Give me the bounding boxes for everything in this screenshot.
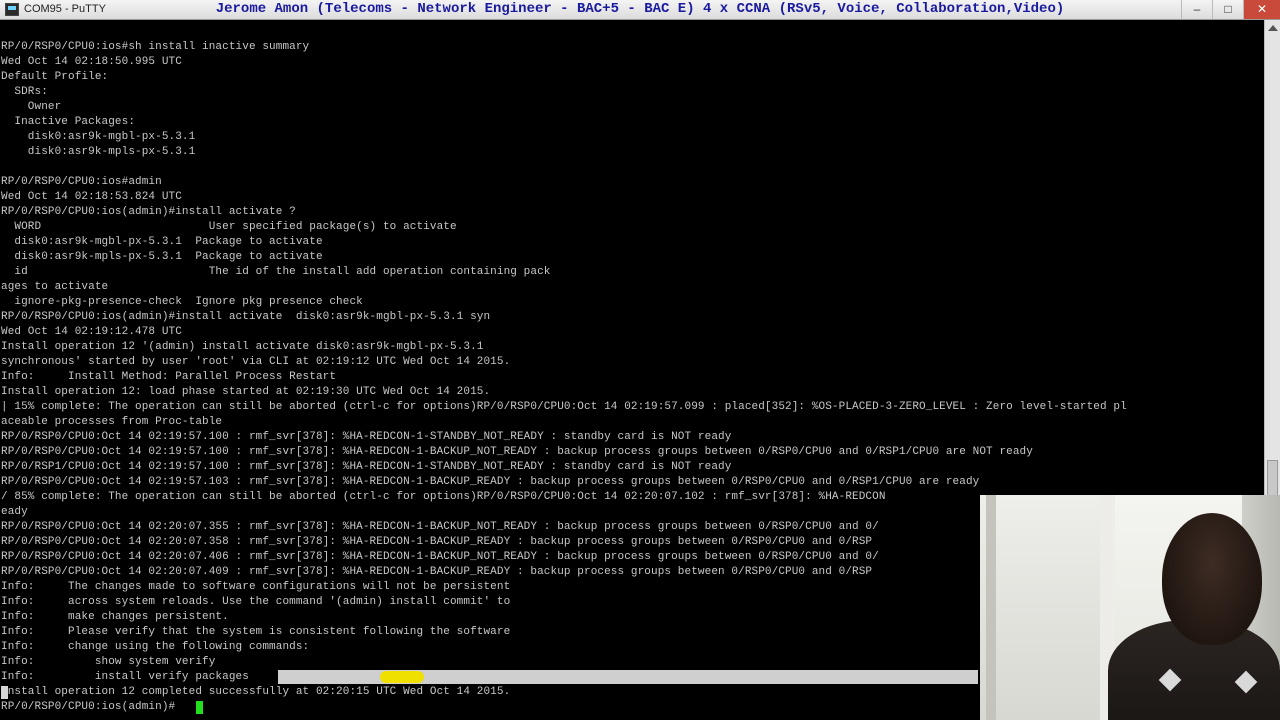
terminal-line: | 15% complete: The operation can still …: [1, 401, 1127, 413]
terminal-line: RP/0/RSP0/CPU0:ios(admin)#install activa…: [1, 206, 296, 218]
terminal-line: Info: Please verify that the system is c…: [1, 626, 511, 638]
minimize-button[interactable]: –: [1181, 0, 1212, 19]
terminal-line: id The id of the install add operation c…: [1, 266, 551, 278]
terminal-line: RP/0/RSP0/CPU0:Oct 14 02:20:07.355 : rmf…: [1, 521, 879, 533]
terminal-line: RP/0/RSP0/CPU0:Oct 14 02:20:07.358 : rmf…: [1, 536, 873, 548]
video-overlay-title: Jerome Amon (Telecoms - Network Engineer…: [215, 1, 1065, 17]
scroll-up-arrow-icon[interactable]: [1268, 25, 1278, 31]
terminal-line: aceable processes from Proc-table: [1, 416, 223, 428]
terminal-line: ages to activate: [1, 281, 109, 293]
terminal-line: / 85% complete: The operation can still …: [1, 491, 886, 503]
terminal-line: Install operation 12 completed successfu…: [1, 686, 511, 698]
terminal-line: Info: show system verify: [1, 656, 216, 668]
maximize-button[interactable]: □: [1212, 0, 1243, 19]
title-bar: COM95 - PuTTY Jerome Amon (Telecoms - Ne…: [0, 0, 1280, 20]
terminal-line: WORD User specified package(s) to activa…: [1, 221, 457, 233]
terminal-line: RP/0/RSP0/CPU0:ios#admin: [1, 176, 162, 188]
terminal-line: disk0:asr9k-mgbl-px-5.3.1: [1, 131, 196, 143]
terminal-line: Info: across system reloads. Use the com…: [1, 596, 511, 608]
terminal-line: disk0:asr9k-mgbl-px-5.3.1 Package to act…: [1, 236, 323, 248]
terminal-line: Wed Oct 14 02:18:53.824 UTC: [1, 191, 182, 203]
terminal-line: synchronous' started by user 'root' via …: [1, 356, 511, 368]
terminal-line: Wed Oct 14 02:19:12.478 UTC: [1, 326, 182, 338]
block-cursor-marker: [1, 686, 8, 699]
terminal-line: eady: [1, 506, 28, 518]
terminal-line: Owner: [1, 101, 62, 113]
webcam-door-frame: [980, 495, 1100, 720]
terminal-line: disk0:asr9k-mpls-px-5.3.1 Package to act…: [1, 251, 323, 263]
terminal-line: Info: change using the following command…: [1, 641, 310, 653]
terminal-line: Install operation 12: load phase started…: [1, 386, 491, 398]
terminal-line: ignore-pkg-presence-check Ignore pkg pre…: [1, 296, 363, 308]
close-button[interactable]: ✕: [1243, 0, 1280, 19]
terminal-line: RP/0/RSP0/CPU0:Oct 14 02:19:57.100 : rmf…: [1, 431, 732, 443]
terminal-line: RP/0/RSP0/CPU0:Oct 14 02:19:57.100 : rmf…: [1, 446, 1033, 458]
terminal-line: Install operation 12 '(admin) install ac…: [1, 341, 484, 353]
terminal-line: RP/0/RSP0/CPU0:ios#sh install inactive s…: [1, 41, 310, 53]
terminal-line: SDRs:: [1, 86, 48, 98]
terminal-cursor: [196, 701, 203, 714]
terminal-line: Info: install verify packages: [1, 671, 249, 683]
terminal-line: Wed Oct 14 02:18:50.995 UTC: [1, 56, 182, 68]
terminal-line: Inactive Packages:: [1, 116, 136, 128]
terminal-line: RP/0/RSP0/CPU0:Oct 14 02:20:07.409 : rmf…: [1, 566, 873, 578]
terminal-line: disk0:asr9k-mpls-px-5.3.1: [1, 146, 196, 158]
terminal-line: RP/0/RSP0/CPU0:ios(admin)#install activa…: [1, 311, 491, 323]
terminal-line: RP/0/RSP1/CPU0:Oct 14 02:19:57.100 : rmf…: [1, 461, 732, 473]
terminal-line: Info: Install Method: Parallel Process R…: [1, 371, 337, 383]
terminal-line: RP/0/RSP0/CPU0:Oct 14 02:19:57.103 : rmf…: [1, 476, 980, 488]
window-controls: – □ ✕: [1181, 0, 1280, 20]
webcam-overlay: [980, 495, 1280, 720]
terminal-output: RP/0/RSP0/CPU0:ios#sh install inactive s…: [1, 40, 1127, 715]
terminal-line: Info: make changes persistent.: [1, 611, 229, 623]
presenter-head: [1162, 513, 1262, 645]
terminal-line: Info: The changes made to software confi…: [1, 581, 511, 593]
terminal-line: RP/0/RSP0/CPU0:ios(admin)#: [1, 701, 176, 713]
terminal-line: Default Profile:: [1, 71, 109, 83]
terminal-line: RP/0/RSP0/CPU0:Oct 14 02:20:07.406 : rmf…: [1, 551, 879, 563]
